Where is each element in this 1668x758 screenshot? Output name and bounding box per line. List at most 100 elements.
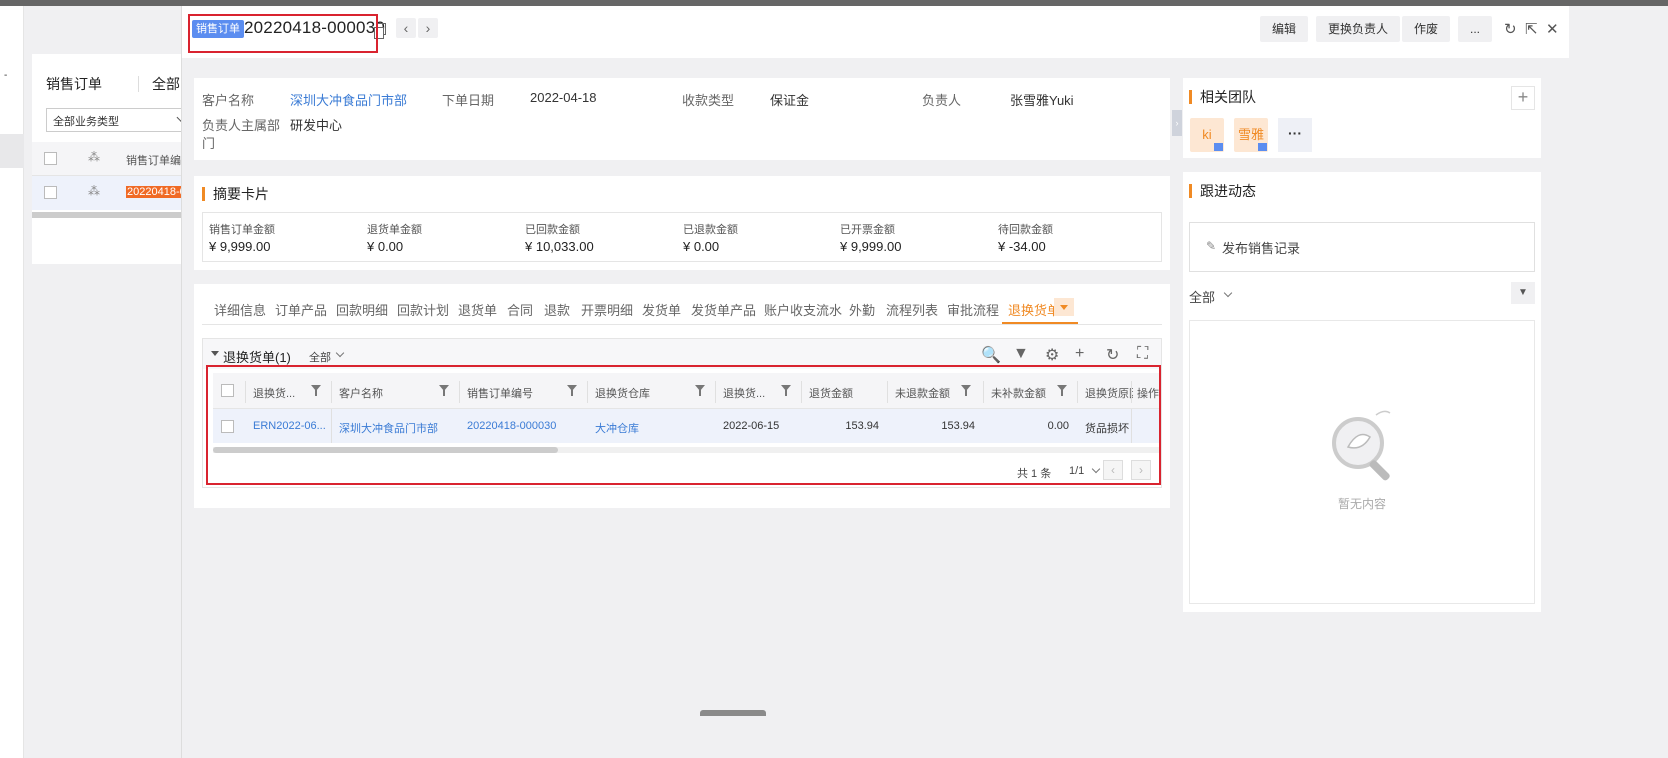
horizontal-scrollbar[interactable] <box>32 212 192 218</box>
summary-value: ¥ 10,033.00 <box>525 239 594 254</box>
divider <box>138 76 139 92</box>
title-highlight-box <box>188 14 378 53</box>
left-nav-strip: - <box>0 6 24 758</box>
refresh-icon[interactable]: ↻ <box>1504 20 1517 38</box>
member-name: 雪雅 <box>1237 127 1264 142</box>
owner-crown-icon <box>1214 143 1223 151</box>
change-owner-button[interactable]: 更换负责人 <box>1316 16 1401 42</box>
tab-order-products[interactable]: 订单产品 <box>275 300 327 319</box>
team-member-avatar[interactable]: 雪雅 <box>1234 118 1268 152</box>
order-date-label: 下单日期 <box>442 93 495 108</box>
tab-payment-details[interactable]: 回款明细 <box>336 300 388 319</box>
empty-search-icon <box>1332 410 1391 481</box>
summary-label: 退货单金额 <box>367 224 422 236</box>
tab-more-dropdown[interactable] <box>1054 298 1074 316</box>
payment-type-value: 保证金 <box>770 93 810 108</box>
filter-icon[interactable]: ▼ <box>1511 282 1535 304</box>
tab-process-list[interactable]: 流程列表 <box>886 300 938 319</box>
refresh-icon[interactable]: ↻ <box>1106 345 1119 365</box>
tab-delivery-products[interactable]: 发货单产品 <box>691 300 756 319</box>
collapse-panel-handle[interactable]: › <box>1172 110 1182 136</box>
order-date-value: 2022-04-18 <box>530 90 597 105</box>
tab-returns[interactable]: 退货单 <box>458 300 497 319</box>
business-type-select[interactable]: 全部业务类型 <box>46 108 192 132</box>
summary-card: 摘要卡片 销售订单金额 ¥ 9,999.00 退货单金额 ¥ 0.00 已回款金… <box>194 176 1170 270</box>
close-icon[interactable]: ✕ <box>1546 20 1559 38</box>
tab-contract[interactable]: 合同 <box>507 300 533 319</box>
chevron-down-icon[interactable] <box>335 348 345 358</box>
group-icon: ⁂ <box>88 150 100 164</box>
list-title: 销售订单 <box>46 76 102 92</box>
settings-icon[interactable]: ⚙ <box>1045 345 1059 365</box>
customer-link[interactable]: 深圳大冲食品门市部 <box>290 90 407 109</box>
follow-up-list: 暂无内容 <box>1189 320 1535 604</box>
summary-label: 已退款金额 <box>683 224 738 236</box>
active-tab-indicator <box>1002 322 1078 324</box>
filter-icon[interactable]: ▼ <box>1013 345 1029 363</box>
add-icon[interactable]: + <box>1075 345 1084 363</box>
nav-selected-item[interactable] <box>0 134 24 168</box>
summary-label: 销售订单金额 <box>209 224 275 236</box>
chevron-down-icon[interactable] <box>1223 288 1233 298</box>
bottom-drag-handle[interactable] <box>700 710 766 716</box>
owner-label: 负责人 <box>922 93 962 108</box>
owner-value: 张雪雅Yuki <box>1010 93 1074 108</box>
dept-label: 负责人主属部 <box>202 118 281 133</box>
follow-up-card: 跟进动态 ✎ 发布销售记录 全部 ▼ 暂无内容 <box>1183 172 1541 612</box>
nav-marker: - <box>4 70 8 81</box>
summary-value: ¥ 0.00 <box>683 239 720 254</box>
fullscreen-icon[interactable]: ⛶ <box>1137 345 1148 363</box>
search-icon[interactable]: 🔍 <box>981 345 1001 365</box>
tab-detail[interactable]: 详细信息 <box>214 300 266 319</box>
list-row[interactable]: ⁂ 20220418-000030 <box>32 176 218 210</box>
dept-label-wrap: 门 <box>202 136 216 151</box>
tab-delivery[interactable]: 发货单 <box>642 300 681 319</box>
tab-divider <box>202 324 1162 325</box>
summary-value: ¥ -34.00 <box>998 239 1046 254</box>
post-sales-record-label: 发布销售记录 <box>1222 241 1301 256</box>
background-list-page: - 销售订单 全部 全部业务类型 ⁂ 销售订单编号 ⁂ 20220418-000… <box>0 6 218 758</box>
list-filter-dropdown[interactable]: 全部 <box>152 74 180 94</box>
grid-highlight-box <box>206 365 1161 485</box>
summary-label: 已开票金额 <box>840 224 895 236</box>
sublist-filter-dropdown[interactable]: 全部 <box>309 349 331 365</box>
add-member-button[interactable]: + <box>1511 86 1535 110</box>
summary-box: 销售订单金额 ¥ 9,999.00 退货单金额 ¥ 0.00 已回款金额 ¥ 1… <box>202 212 1162 262</box>
expand-icon[interactable]: ⇱ <box>1525 20 1538 38</box>
post-sales-record-box[interactable]: ✎ 发布销售记录 <box>1189 222 1535 272</box>
tab-exchange-returns[interactable]: 退换货单 <box>1008 300 1060 319</box>
team-title: 相关团队 <box>1189 90 1256 104</box>
next-record-button[interactable]: › <box>418 18 438 38</box>
tab-approval-flow[interactable]: 审批流程 <box>947 300 999 319</box>
sublist-title: 退换货单(1) <box>223 350 291 365</box>
summary-value: ¥ 0.00 <box>367 239 404 254</box>
follow-up-filter-dropdown[interactable]: 全部 <box>1189 287 1215 306</box>
list-panel: 销售订单 全部 全部业务类型 ⁂ 销售订单编号 ⁂ 20220418-00003… <box>32 54 218 264</box>
payment-type-label: 收款类型 <box>682 93 735 108</box>
select-all-checkbox[interactable] <box>44 152 57 165</box>
summary-value: ¥ 9,999.00 <box>840 239 902 254</box>
group-icon: ⁂ <box>88 184 100 198</box>
tab-refund[interactable]: 退款 <box>544 300 570 319</box>
list-table-header: ⁂ 销售订单编号 <box>32 142 192 176</box>
more-members-button[interactable]: ··· <box>1278 118 1312 152</box>
tab-account-flow[interactable]: 账户收支流水 <box>764 300 842 319</box>
basic-info-card: 客户名称 深圳大冲食品门市部 下单日期 2022-04-18 收款类型 保证金 … <box>194 78 1170 160</box>
business-type-value: 全部业务类型 <box>53 116 119 128</box>
drawer-header: 销售订单 20220418-000030 ‹ › 编辑 更换负责人 作废 ...… <box>182 6 1569 58</box>
void-button[interactable]: 作废 <box>1402 16 1451 42</box>
tab-invoice-details[interactable]: 开票明细 <box>581 300 633 319</box>
row-checkbox[interactable] <box>44 186 57 199</box>
collapse-caret-icon[interactable] <box>211 351 219 356</box>
edit-icon: ✎ <box>1206 239 1217 253</box>
prev-record-button[interactable]: ‹ <box>396 18 416 38</box>
team-member-avatar[interactable]: ki <box>1190 118 1224 152</box>
tab-field-work[interactable]: 外勤 <box>849 300 875 319</box>
dept-value: 研发中心 <box>290 118 343 133</box>
summary-label: 待回款金额 <box>998 224 1053 236</box>
edit-button[interactable]: 编辑 <box>1260 16 1309 42</box>
tab-payment-plan[interactable]: 回款计划 <box>397 300 449 319</box>
empty-state-text: 暂无内容 <box>1338 497 1387 511</box>
more-button[interactable]: ... <box>1458 16 1493 42</box>
summary-label: 已回款金额 <box>525 224 580 236</box>
